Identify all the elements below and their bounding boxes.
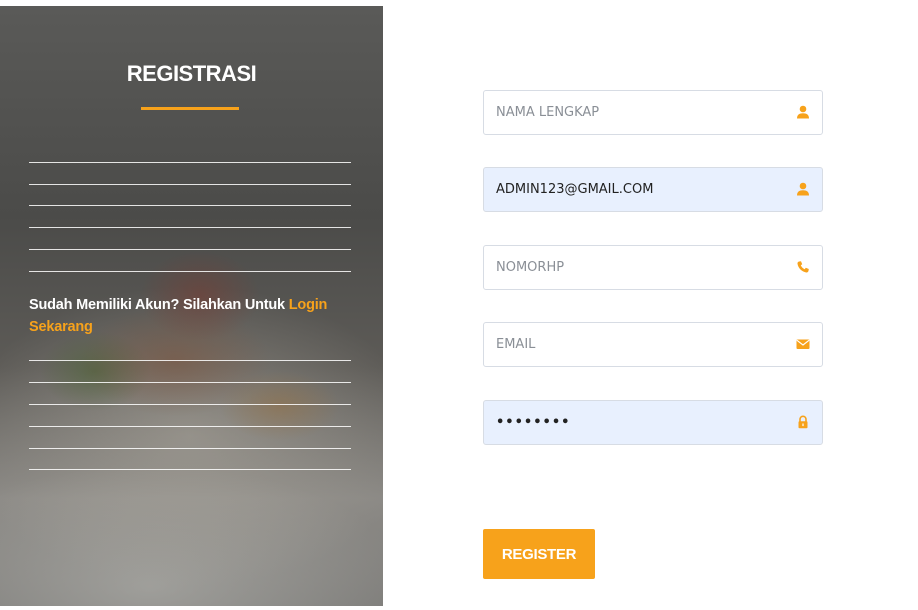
title-underline <box>141 107 239 110</box>
registration-page: REGISTRASI Sudah Memiliki Akun? Silahkan… <box>0 0 918 610</box>
divider-line <box>29 426 351 427</box>
divider-line <box>29 205 351 206</box>
phone-input[interactable] <box>484 246 784 289</box>
divider-line <box>29 404 351 405</box>
envelope-icon <box>796 339 810 349</box>
divider-line <box>29 469 351 470</box>
divider-line <box>29 448 351 449</box>
divider-line <box>29 184 351 185</box>
username-field[interactable] <box>483 167 823 212</box>
page-title: REGISTRASI <box>126 61 257 86</box>
left-hero-panel: REGISTRASI Sudah Memiliki Akun? Silahkan… <box>0 6 383 606</box>
password-field[interactable] <box>483 400 823 445</box>
divider-line <box>29 162 351 163</box>
login-prompt-text: Sudah Memiliki Akun? Silahkan Untuk <box>29 297 289 313</box>
registration-form: REGISTER <box>383 6 918 606</box>
username-input[interactable] <box>484 168 784 211</box>
divider-line <box>29 249 351 250</box>
register-button[interactable]: REGISTER <box>483 529 595 579</box>
divider-line <box>29 382 351 383</box>
password-input[interactable] <box>484 401 784 444</box>
lock-icon <box>798 415 808 429</box>
divider-line <box>29 360 351 361</box>
divider-line <box>29 227 351 228</box>
email-field[interactable] <box>483 322 823 367</box>
full-name-input[interactable] <box>484 91 784 134</box>
login-prompt: Sudah Memiliki Akun? Silahkan Untuk Logi… <box>29 294 359 338</box>
phone-field[interactable] <box>483 245 823 290</box>
user-icon <box>797 182 809 196</box>
email-input[interactable] <box>484 323 784 366</box>
user-icon <box>797 105 809 119</box>
full-name-field[interactable] <box>483 90 823 135</box>
phone-icon <box>797 261 809 273</box>
divider-line <box>29 271 351 272</box>
